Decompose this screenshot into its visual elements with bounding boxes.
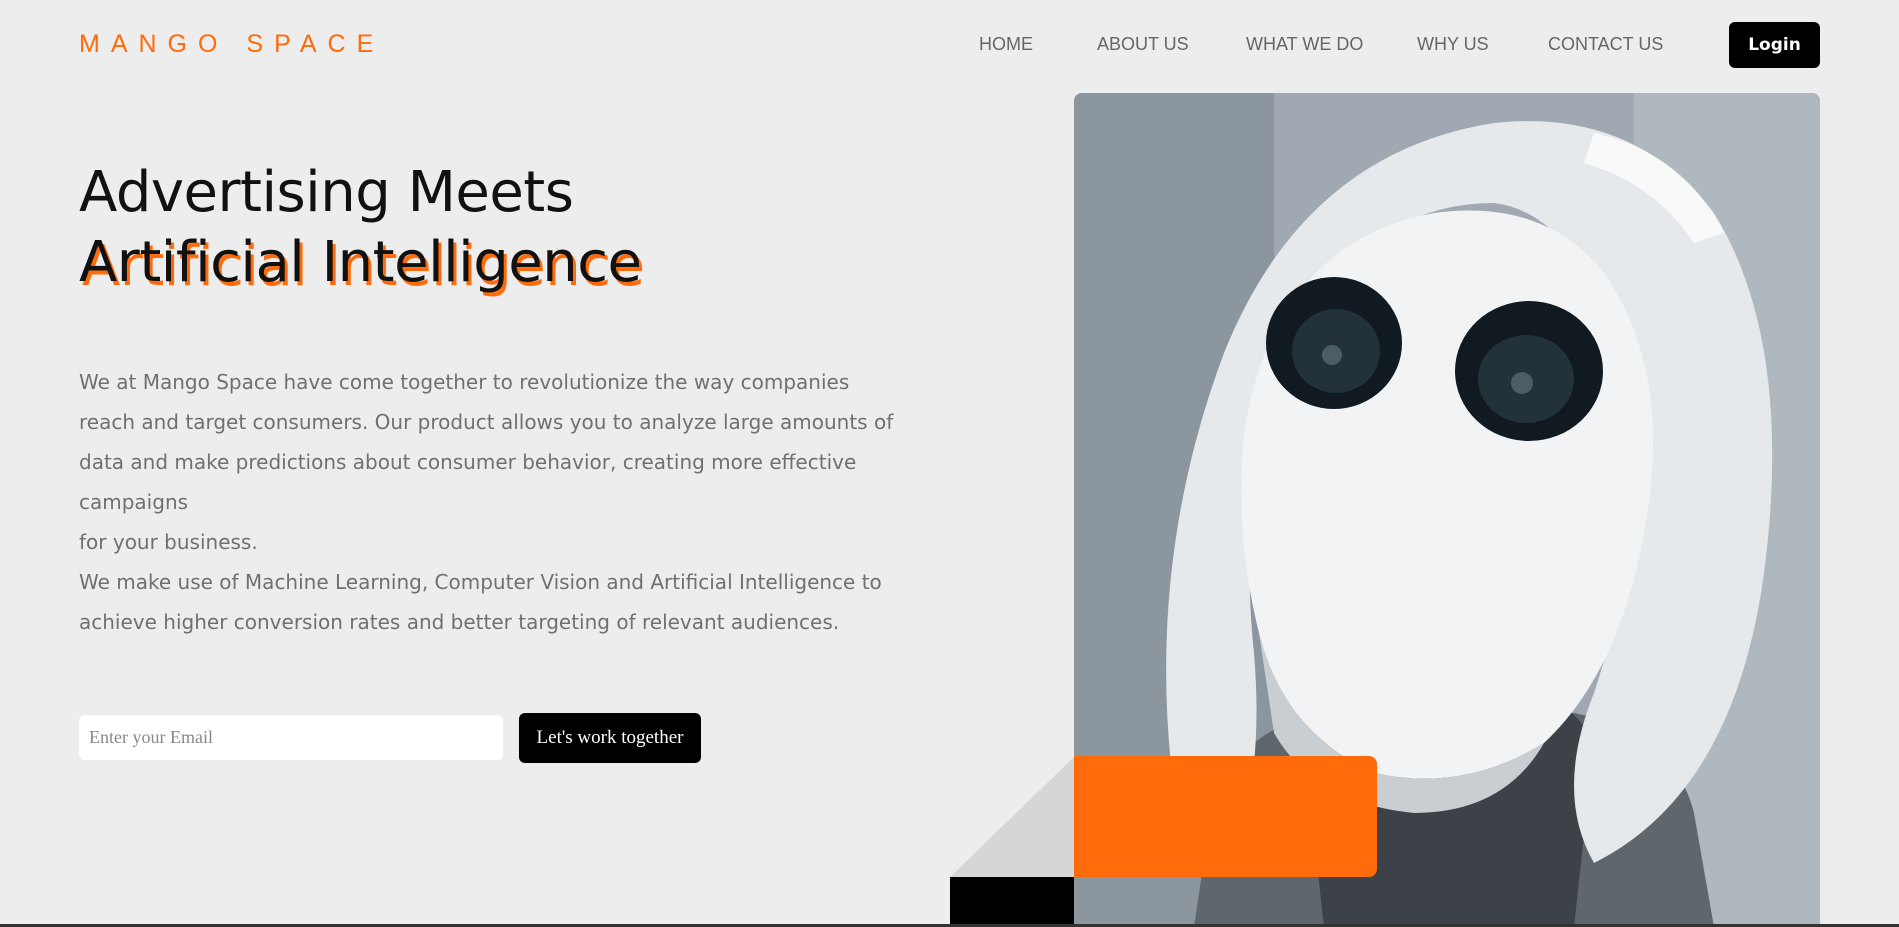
- decorative-grey-triangle: [950, 757, 1074, 877]
- nav-about-us[interactable]: ABOUT US: [1097, 34, 1189, 55]
- email-input[interactable]: [79, 715, 503, 760]
- nav-home[interactable]: HOME: [979, 34, 1033, 55]
- headline-line-1: Advertising Meets: [79, 160, 574, 225]
- decorative-orange-block: [1074, 756, 1377, 877]
- paragraph-line: data and make predictions about consumer…: [79, 450, 857, 474]
- brand-logo[interactable]: MANGO SPACE: [79, 30, 384, 59]
- paragraph-line: achieve higher conversion rates and bett…: [79, 610, 840, 634]
- login-button[interactable]: Login: [1729, 22, 1820, 68]
- nav-what-we-do[interactable]: WHAT WE DO: [1246, 34, 1363, 55]
- decorative-black-block: [950, 877, 1074, 927]
- paragraph-line: We at Mango Space have come together to …: [79, 370, 850, 394]
- paragraph-line: reach and target consumers. Our product …: [79, 410, 894, 434]
- nav-why-us[interactable]: WHY US: [1417, 34, 1489, 55]
- paragraph-line: We make use of Machine Learning, Compute…: [79, 570, 882, 594]
- headline-line-2: Artificial Intelligence: [79, 230, 642, 295]
- lets-work-together-button[interactable]: Let's work together: [519, 713, 701, 763]
- nav-contact-us[interactable]: CONTACT US: [1548, 34, 1663, 55]
- paragraph-line: for your business.: [79, 530, 258, 554]
- paragraph-line: campaigns: [79, 490, 189, 514]
